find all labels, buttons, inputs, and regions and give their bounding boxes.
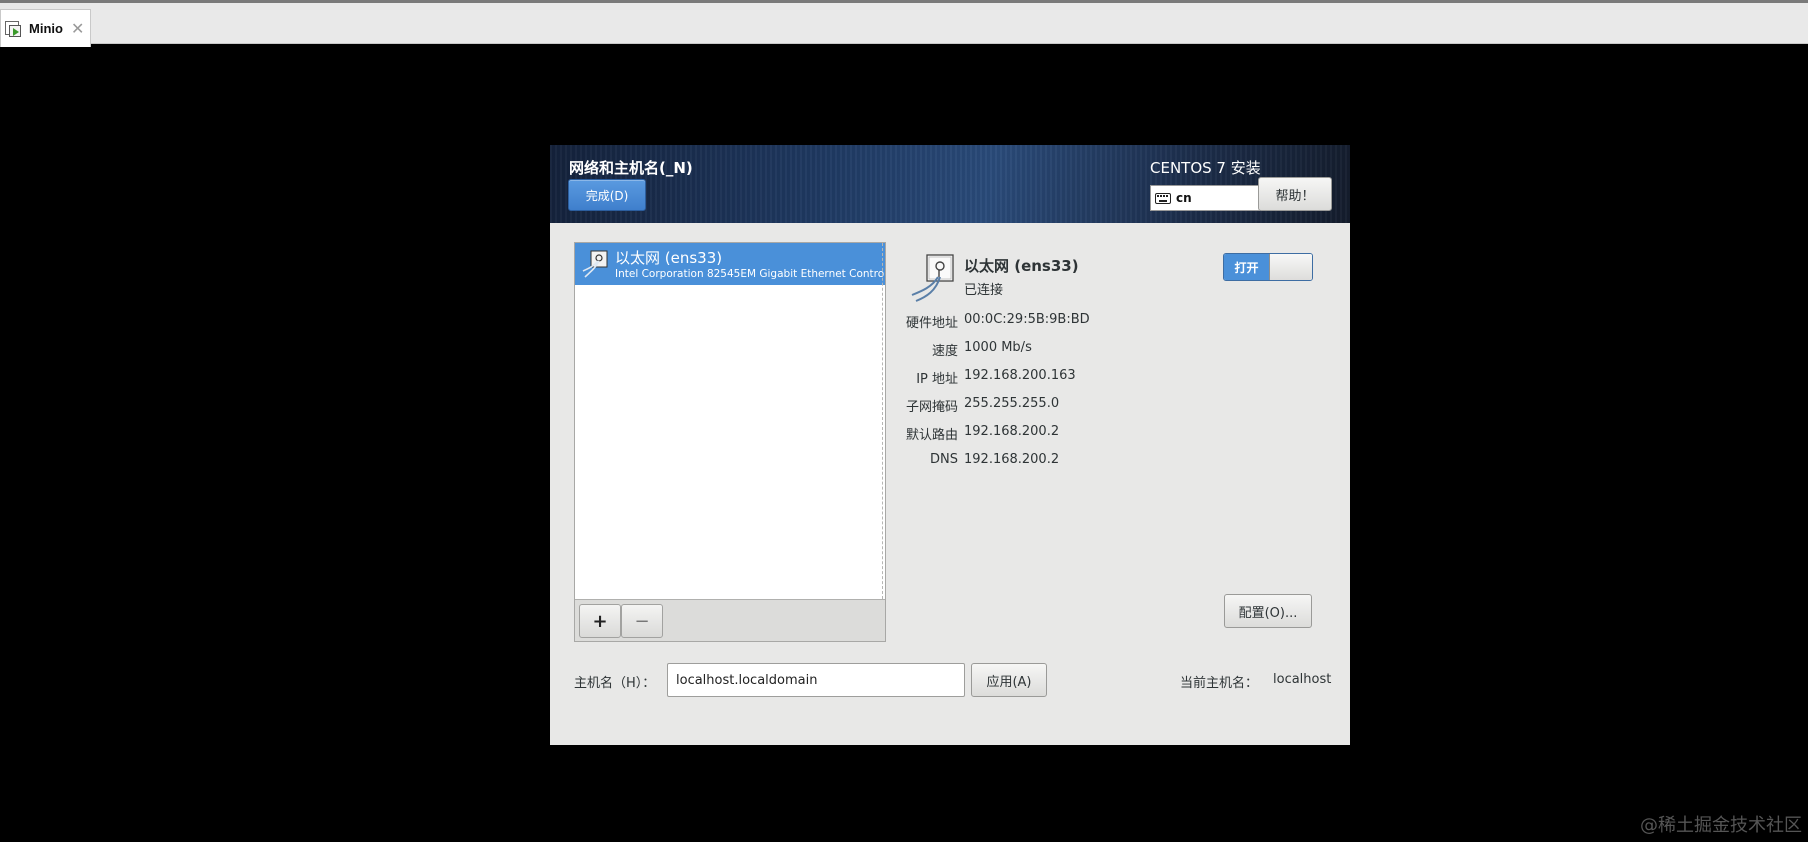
speed-value: 1000 Mb/s — [964, 340, 1032, 355]
hostname-input[interactable] — [667, 663, 965, 697]
dns-value: 192.168.200.2 — [964, 452, 1060, 467]
connection-status: 已连接 — [964, 283, 1004, 298]
speed-label: 速度 — [931, 344, 958, 359]
hardware-address-label: 硬件地址 — [905, 316, 958, 331]
dns-label: DNS — [930, 452, 958, 467]
default-route-label: 默认路由 — [905, 428, 958, 443]
apply-hostname-button[interactable]: 应用(A) — [971, 663, 1047, 697]
subnet-mask-value: 255.255.255.0 — [964, 396, 1060, 411]
page-title: 网络和主机名(_N) — [569, 159, 693, 177]
default-route-value: 192.168.200.2 — [964, 424, 1060, 439]
hostname-label: 主机名（H）： — [574, 676, 656, 691]
close-icon[interactable]: ✕ — [71, 20, 84, 37]
current-hostname-value: localhost — [1273, 672, 1332, 687]
network-wired-icon — [911, 254, 954, 302]
network-wired-icon — [582, 250, 608, 278]
device-name: 以太网 (ens33) — [615, 249, 723, 267]
remove-device-button[interactable]: − — [621, 604, 663, 638]
help-button[interactable]: 帮助！ — [1258, 177, 1332, 211]
switch-knob — [1269, 254, 1312, 280]
vm-tab-bar: Minio ✕ — [0, 0, 1808, 47]
done-button[interactable]: 完成(D) — [568, 179, 646, 211]
device-description: Intel Corporation 82545EM Gigabit Ethern… — [615, 268, 885, 280]
ip-address-value: 192.168.200.163 — [964, 368, 1076, 383]
subnet-mask-label: 子网掩码 — [905, 400, 958, 415]
product-title: CENTOS 7 安装 — [1150, 159, 1261, 177]
keyboard-icon — [1155, 192, 1171, 204]
device-list-item-ens33[interactable]: 以太网 (ens33) Intel Corporation 82545EM Gi… — [575, 243, 885, 285]
vm-icon — [5, 20, 23, 38]
vm-tab-label: Minio — [29, 21, 63, 36]
keyboard-layout-indicator[interactable]: cn — [1150, 185, 1260, 211]
add-device-button[interactable]: + — [579, 604, 621, 638]
vm-tab-minio[interactable]: Minio ✕ — [0, 9, 91, 47]
configure-button[interactable]: 配置(O)... — [1224, 594, 1312, 628]
watermark: @稀土掘金技术社区 — [1640, 815, 1802, 836]
keyboard-layout-label: cn — [1176, 191, 1192, 205]
current-hostname-label: 当前主机名： — [1180, 676, 1259, 691]
device-toggle-switch[interactable]: 打开 — [1223, 253, 1313, 281]
switch-on-label: 打开 — [1224, 254, 1269, 280]
installer-window: 网络和主机名(_N) 完成(D) CENTOS 7 安装 cn 帮助！ 以太网 … — [550, 145, 1350, 745]
device-list-edge — [882, 243, 885, 599]
device-toolbar: + − — [575, 599, 885, 641]
ip-address-label: IP 地址 — [916, 372, 958, 387]
device-list: 以太网 (ens33) Intel Corporation 82545EM Gi… — [574, 242, 886, 642]
detail-device-name: 以太网 (ens33) — [964, 257, 1079, 275]
hardware-address-value: 00:0C:29:5B:9B:BD — [964, 312, 1090, 327]
